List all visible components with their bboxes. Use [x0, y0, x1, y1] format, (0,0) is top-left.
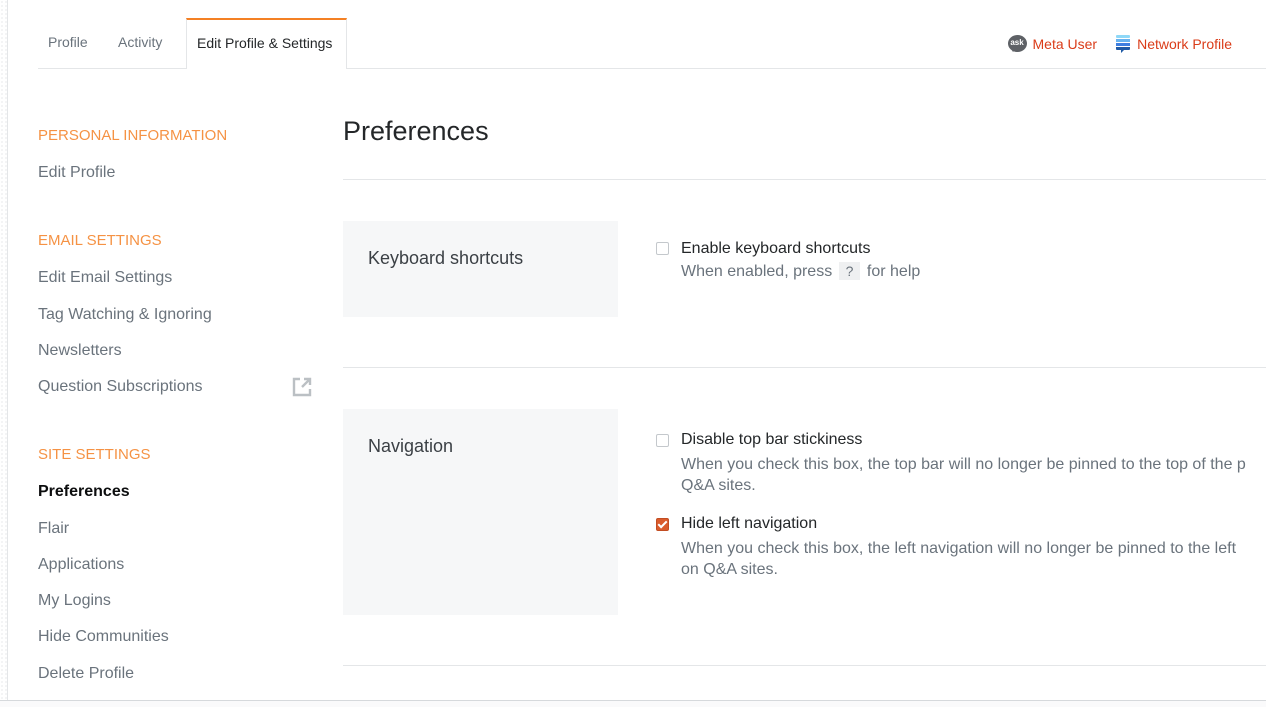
option-label[interactable]: Disable top bar stickiness	[681, 431, 862, 449]
help-key: ?	[838, 262, 861, 280]
sidebar-item-question-subscriptions[interactable]: Question Subscriptions	[38, 378, 203, 396]
sidebar-item-hide-communities[interactable]: Hide Communities	[38, 628, 169, 646]
stack-exchange-icon	[1116, 35, 1131, 53]
sidebar-item-edit-email-settings[interactable]: Edit Email Settings	[38, 269, 172, 287]
section-navigation: Navigation	[343, 409, 618, 615]
meta-user-link[interactable]: ask Meta User	[1007, 35, 1098, 53]
sidebar-item-applications[interactable]: Applications	[38, 556, 124, 574]
sidebar-heading-email-settings: EMAIL SETTINGS	[38, 232, 162, 249]
sidebar-heading-site-settings: SITE SETTINGS	[38, 446, 151, 463]
network-profile-link[interactable]: Network Profile	[1115, 34, 1232, 54]
enable-keyboard-shortcuts-checkbox[interactable]	[656, 242, 669, 255]
page-title: Preferences	[343, 116, 489, 146]
option-description-cont: Q&A sites.	[681, 477, 756, 494]
sidebar-item-delete-profile[interactable]: Delete Profile	[38, 665, 134, 683]
tab-activity[interactable]: Activity	[118, 18, 162, 68]
divider	[343, 179, 1266, 180]
section-title: Keyboard shortcuts	[368, 248, 524, 268]
sidebar-item-my-logins[interactable]: My Logins	[38, 592, 111, 610]
disable-top-bar-stickiness-checkbox[interactable]	[656, 434, 669, 447]
option-label[interactable]: Enable keyboard shortcuts	[681, 240, 870, 258]
meta-user-label: Meta User	[1032, 36, 1098, 52]
external-link-icon[interactable]	[291, 376, 313, 398]
section-title: Navigation	[368, 436, 454, 456]
sidebar-item-preferences[interactable]: Preferences	[38, 483, 130, 501]
divider	[343, 665, 1266, 666]
sidebar-item-newsletters[interactable]: Newsletters	[38, 342, 122, 360]
option-label[interactable]: Hide left navigation	[681, 515, 817, 533]
ask-icon: ask	[1007, 35, 1028, 53]
sidebar-item-edit-profile[interactable]: Edit Profile	[38, 164, 115, 182]
option-description: When enabled, press ? for help	[681, 262, 921, 280]
tab-edit-profile-settings[interactable]: Edit Profile & Settings	[186, 18, 347, 69]
hide-left-navigation-checkbox[interactable]	[656, 518, 669, 531]
network-profile-label: Network Profile	[1137, 36, 1232, 52]
sidebar-heading-personal-information: PERSONAL INFORMATION	[38, 127, 228, 144]
option-description: When you check this box, the top bar wil…	[681, 456, 1246, 473]
header-links: ask Meta User Network Profile	[1007, 33, 1232, 55]
sidebar-item-flair[interactable]: Flair	[38, 520, 69, 538]
divider	[343, 367, 1266, 368]
left-rail	[0, 0, 8, 700]
option-description: When you check this box, the left naviga…	[681, 540, 1237, 557]
tab-profile[interactable]: Profile	[48, 18, 88, 68]
option-description-cont: on Q&A sites.	[681, 561, 778, 578]
section-keyboard-shortcuts: Keyboard shortcuts	[343, 221, 618, 317]
sidebar-item-tag-watching[interactable]: Tag Watching & Ignoring	[38, 306, 212, 324]
